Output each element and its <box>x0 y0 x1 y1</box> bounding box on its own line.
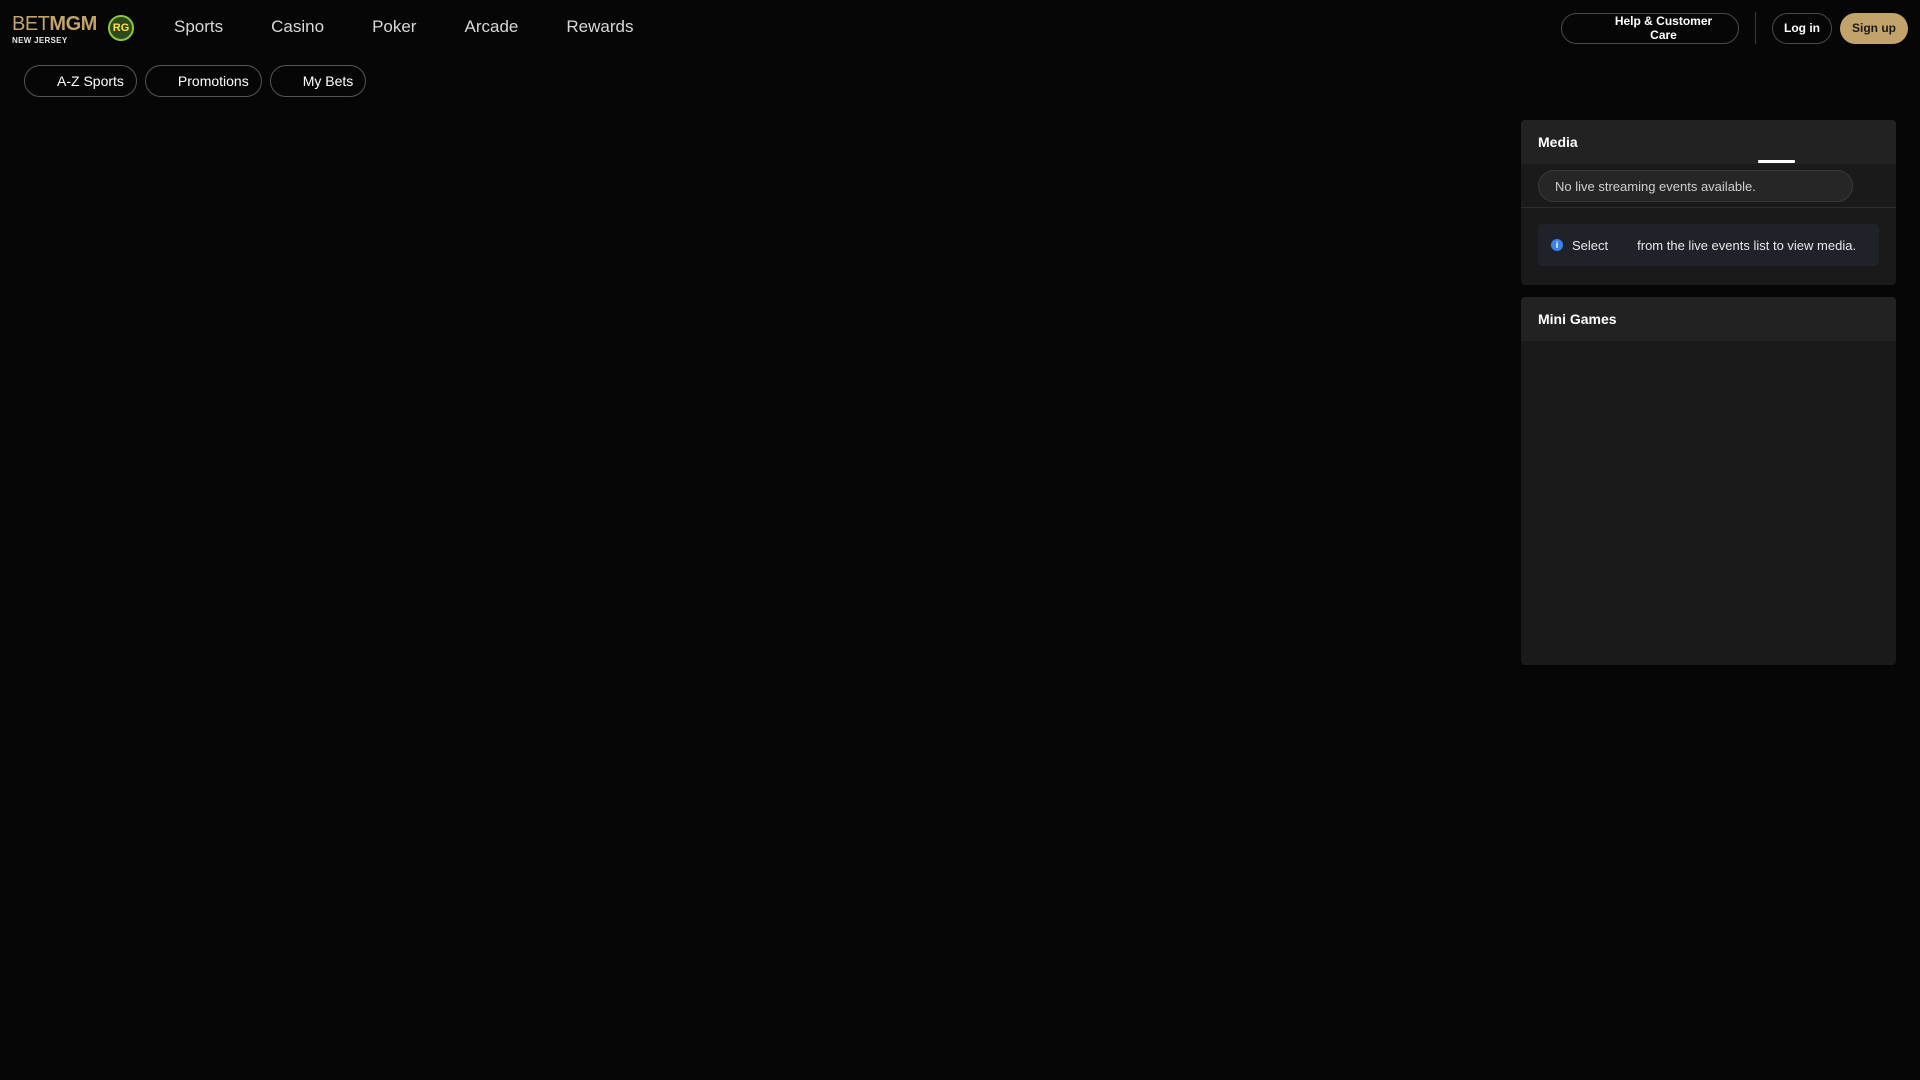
nav-item-casino[interactable]: Casino <box>247 0 348 54</box>
mini-games-panel: Mini Games <box>1521 297 1896 665</box>
live-stream-selector[interactable]: No live streaming events available. <box>1538 170 1853 202</box>
promotions-button[interactable]: Promotions <box>144 65 262 97</box>
nav-item-sports[interactable]: Sports <box>150 0 247 54</box>
nav-item-poker[interactable]: Poker <box>348 0 440 54</box>
header-actions: Help & Customer Care Log in Sign up <box>1561 12 1908 44</box>
main-nav: Sports Casino Poker Arcade Rewards <box>150 0 657 54</box>
mini-games-title: Mini Games <box>1538 311 1617 327</box>
nav-item-rewards[interactable]: Rewards <box>542 0 657 54</box>
betmgm-logo[interactable]: BETMGM NEW JERSEY RG <box>12 14 137 45</box>
info-text-rest: from the live events list to view media. <box>1637 237 1857 253</box>
logo-region: NEW JERSEY <box>12 36 68 45</box>
header-divider <box>1755 12 1756 44</box>
media-tab-indicator <box>1758 160 1795 163</box>
info-text-select: Select <box>1572 237 1609 253</box>
help-button-label: Help & Customer Care <box>1614 14 1713 42</box>
my-bets-label: My Bets <box>302 73 354 89</box>
top-header: BETMGM NEW JERSEY RG Sports Casino Poker… <box>0 0 1920 54</box>
nav-item-arcade[interactable]: Arcade <box>440 0 542 54</box>
promotions-label: Promotions <box>177 73 249 89</box>
login-button[interactable]: Log in <box>1772 12 1832 44</box>
logo-mgm: MGM <box>49 13 97 35</box>
signup-button[interactable]: Sign up <box>1840 12 1908 44</box>
media-selector-row: No live streaming events available. <box>1521 164 1896 208</box>
info-icon: i <box>1551 239 1563 251</box>
logo-wordmark: BETMGM <box>12 14 97 34</box>
responsible-gaming-badge[interactable]: RG <box>108 15 134 41</box>
media-panel-header: Media <box>1521 120 1896 164</box>
mini-games-header: Mini Games <box>1521 297 1896 341</box>
my-bets-button[interactable]: My Bets <box>269 65 367 97</box>
az-sports-button[interactable]: A-Z Sports <box>24 65 137 97</box>
media-panel: Media No live streaming events available… <box>1521 120 1896 285</box>
logo-bet: BET <box>12 13 50 35</box>
az-sports-label: A-Z Sports <box>57 73 124 89</box>
media-panel-title: Media <box>1538 134 1578 150</box>
sub-nav: A-Z Sports Promotions My Bets <box>24 65 367 97</box>
help-customer-care-button[interactable]: Help & Customer Care <box>1561 12 1739 44</box>
media-info-message: i Select from the live events list to vi… <box>1538 224 1879 266</box>
logo-text: BETMGM NEW JERSEY <box>12 14 97 45</box>
